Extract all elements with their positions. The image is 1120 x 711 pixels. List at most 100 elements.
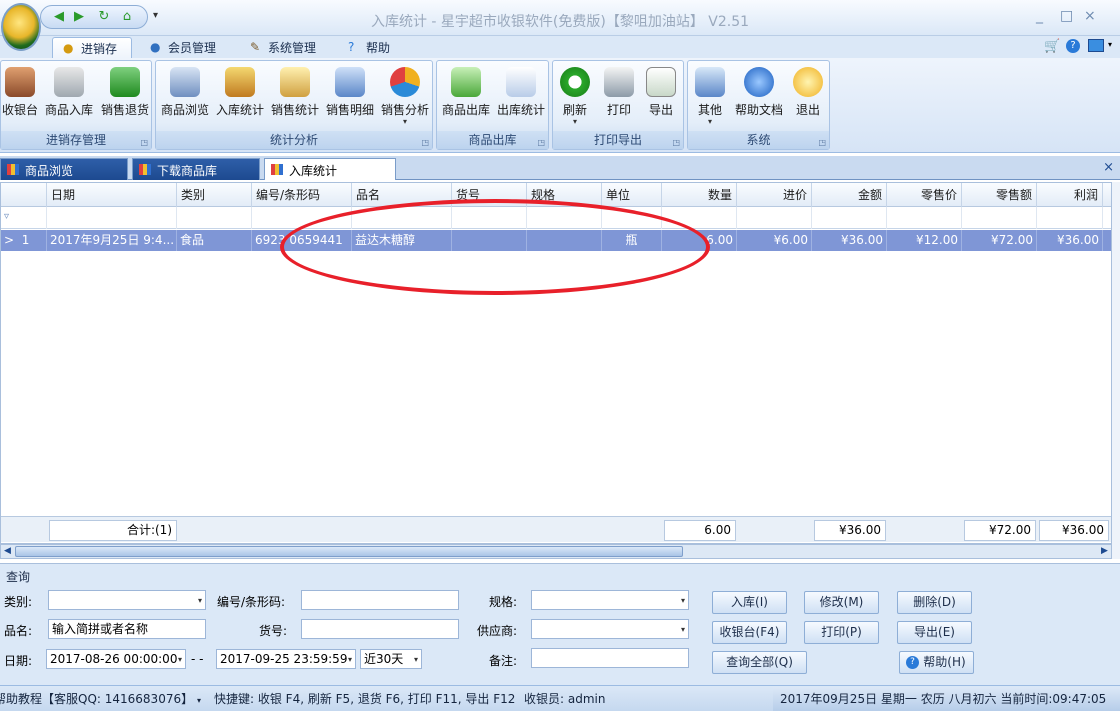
btn-sales-return[interactable]: 销售退货: [99, 65, 151, 129]
scroll-thumb[interactable]: [15, 546, 683, 557]
horizontal-scrollbar[interactable]: ◀ ▶: [0, 544, 1112, 559]
status-help[interactable]: 帮助教程【客服QQ: 1416683076】 ▾: [0, 690, 201, 707]
app-menu-button[interactable]: [1, 3, 41, 51]
cell-name[interactable]: 益达木糖醇: [352, 230, 452, 251]
btn-cashier[interactable]: 收银台: [1, 65, 39, 129]
col-header[interactable]: 利润: [1037, 183, 1103, 207]
btn-stock-in[interactable]: 商品入库: [43, 65, 95, 129]
col-header[interactable]: 金额: [812, 183, 887, 207]
btn-help-docs[interactable]: 帮助文档: [732, 65, 786, 129]
btn-product-browse[interactable]: 商品浏览: [158, 65, 212, 129]
col-header[interactable]: 品名: [352, 183, 452, 207]
group-launcher-icon[interactable]: ◳: [818, 134, 826, 152]
cell-cost[interactable]: ¥6.00: [737, 230, 812, 251]
filter-cell[interactable]: [887, 207, 962, 229]
filter-cell[interactable]: [47, 207, 177, 229]
cart-icon[interactable]: 🛒: [1044, 39, 1060, 54]
close-icon[interactable]: ×: [1084, 8, 1096, 24]
doc-tab-product-browse[interactable]: 商品浏览: [0, 158, 128, 180]
btn-other[interactable]: 其他 ▾: [690, 65, 730, 129]
help-button[interactable]: ? 帮助(H): [899, 651, 974, 674]
category-select[interactable]: ▾: [48, 590, 206, 610]
tab-help[interactable]: ? 帮助: [338, 37, 408, 58]
col-header[interactable]: 进价: [737, 183, 812, 207]
filter-cell[interactable]: [1037, 207, 1103, 229]
filter-cell[interactable]: [812, 207, 887, 229]
cell-profit[interactable]: ¥36.00: [1037, 230, 1103, 251]
btn-stock-out[interactable]: 商品出库: [439, 65, 493, 129]
group-launcher-icon[interactable]: ◳: [421, 134, 429, 152]
tab-system[interactable]: ✎ 系统管理: [240, 37, 330, 58]
btn-stock-in-stats[interactable]: 入库统计: [214, 65, 266, 129]
vertical-scrollbar[interactable]: [1112, 182, 1120, 559]
cell-spec[interactable]: [527, 230, 602, 251]
supplier-select[interactable]: ▾: [531, 619, 689, 639]
col-header[interactable]: 零售额: [962, 183, 1037, 207]
col-header[interactable]: 日期: [47, 183, 177, 207]
delete-button[interactable]: 删除(D): [897, 591, 972, 614]
edit-button[interactable]: 修改(M): [804, 591, 879, 614]
btn-stock-out-stats[interactable]: 出库统计: [494, 65, 548, 129]
filter-cell[interactable]: [662, 207, 737, 229]
group-launcher-icon[interactable]: ◳: [537, 134, 545, 152]
name-input[interactable]: 输入简拼或者名称: [48, 619, 206, 639]
table-row[interactable]: > 1 2017年9月25日 9:4... 食品 6923 0659441 益达…: [1, 230, 1111, 251]
group-launcher-icon[interactable]: ◳: [672, 134, 680, 152]
filter-cell[interactable]: [252, 207, 352, 229]
col-header[interactable]: 编号/条形码: [252, 183, 352, 207]
filter-cell[interactable]: [527, 207, 602, 229]
date-range-select[interactable]: 近30天 ▾: [360, 649, 422, 669]
maximize-icon[interactable]: □: [1060, 8, 1073, 24]
col-header[interactable]: 零售价: [887, 183, 962, 207]
col-header[interactable]: 货号: [452, 183, 527, 207]
cell-retail-total[interactable]: ¥72.00: [962, 230, 1037, 251]
btn-sales-detail[interactable]: 销售明细: [324, 65, 376, 129]
tab-inventory[interactable]: ● 进销存: [52, 37, 132, 58]
cashier-button[interactable]: 收银台(F4): [712, 621, 787, 644]
doc-tab-download-db[interactable]: 下载商品库: [132, 158, 260, 180]
filter-cell[interactable]: [737, 207, 812, 229]
cell-unit[interactable]: 瓶: [602, 230, 662, 251]
btn-sales-analysis[interactable]: 销售分析 ▾: [378, 65, 432, 129]
cell-qty[interactable]: 6.00: [662, 230, 737, 251]
scroll-left-icon[interactable]: ◀: [1, 545, 14, 558]
btn-refresh[interactable]: 刷新 ▾: [555, 65, 595, 129]
query-all-button[interactable]: 查询全部(Q): [712, 651, 807, 674]
spec-select[interactable]: ▾: [531, 590, 689, 610]
cell-barcode[interactable]: 6923 0659441: [252, 230, 352, 251]
ribbon-options-icon[interactable]: ▾: [1108, 40, 1112, 49]
group-launcher-icon[interactable]: ◳: [140, 134, 148, 152]
minimize-icon[interactable]: _: [1036, 8, 1043, 24]
btn-exit[interactable]: 退出: [788, 65, 828, 129]
note-input[interactable]: [531, 648, 689, 668]
col-header[interactable]: 规格: [527, 183, 602, 207]
item-no-input[interactable]: [301, 619, 459, 639]
col-header[interactable]: 单位: [602, 183, 662, 207]
btn-print[interactable]: 打印: [599, 65, 639, 129]
scroll-right-icon[interactable]: ▶: [1098, 545, 1111, 558]
cell-amount[interactable]: ¥36.00: [812, 230, 887, 251]
btn-sales-stats[interactable]: 销售统计: [269, 65, 321, 129]
col-header[interactable]: 数量: [662, 183, 737, 207]
date-from-picker[interactable]: 2017-08-26 00:00:00 ▾: [46, 649, 186, 669]
filter-cell[interactable]: [452, 207, 527, 229]
filter-cell[interactable]: [177, 207, 252, 229]
info-icon[interactable]: ?: [1066, 39, 1080, 53]
cell-retail-price[interactable]: ¥12.00: [887, 230, 962, 251]
cell-category[interactable]: 食品: [177, 230, 252, 251]
date-to-picker[interactable]: 2017-09-25 23:59:59 ▾: [216, 649, 356, 669]
tab-members[interactable]: ● 会员管理: [140, 37, 230, 58]
btn-export[interactable]: 导出: [641, 65, 681, 129]
col-header[interactable]: 类别: [177, 183, 252, 207]
stock-in-button[interactable]: 入库(I): [712, 591, 787, 614]
filter-cell[interactable]: [962, 207, 1037, 229]
skin-icon[interactable]: [1088, 39, 1104, 52]
cell-date[interactable]: 2017年9月25日 9:4...: [47, 230, 177, 251]
filter-cell[interactable]: [602, 207, 662, 229]
print-button[interactable]: 打印(P): [804, 621, 879, 644]
doc-tab-stock-in-stats[interactable]: 入库统计: [264, 158, 396, 180]
export-button[interactable]: 导出(E): [897, 621, 972, 644]
close-tab-icon[interactable]: ×: [1103, 160, 1114, 175]
barcode-input[interactable]: [301, 590, 459, 610]
filter-cell[interactable]: [352, 207, 452, 229]
